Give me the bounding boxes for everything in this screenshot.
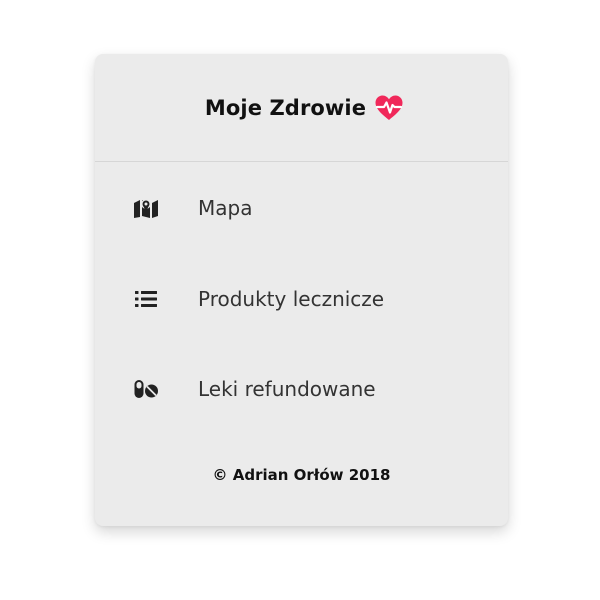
sidebar-header: Moje Zdrowie <box>95 54 508 162</box>
list-icon <box>133 286 159 312</box>
menu-item-label: Produkty lecznicze <box>198 287 385 311</box>
menu-item-produkty-lecznicze[interactable]: Produkty lecznicze <box>95 269 508 329</box>
menu-item-label: Leki refundowane <box>198 377 376 401</box>
brand[interactable]: Moje Zdrowie <box>205 94 404 122</box>
sidebar-card: Moje Zdrowie Mapa Produkty lecznicze Lek… <box>95 54 508 526</box>
map-icon <box>133 195 159 221</box>
app-title: Moje Zdrowie <box>204 95 367 120</box>
menu-item-mapa[interactable]: Mapa <box>95 178 508 238</box>
menu-item-leki-refundowane[interactable]: Leki refundowane <box>95 359 508 419</box>
heartbeat-icon <box>374 94 404 122</box>
copyright-footer: © Adrian Orłów 2018 <box>212 466 391 484</box>
menu-item-label: Mapa <box>198 196 253 220</box>
pills-icon <box>133 376 159 402</box>
